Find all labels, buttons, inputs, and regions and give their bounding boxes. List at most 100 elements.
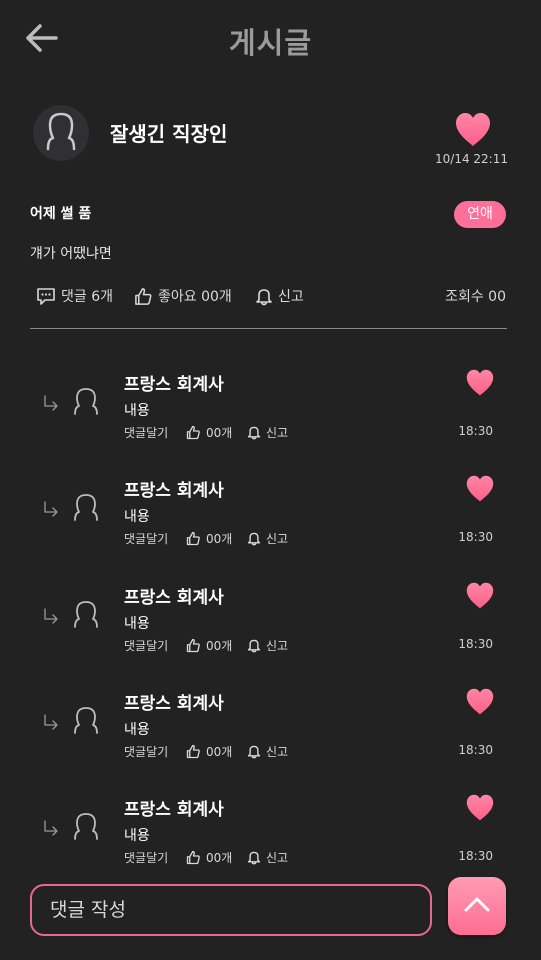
author-avatar[interactable] (33, 105, 89, 161)
comment-body: 내용 (124, 722, 150, 738)
user-icon (46, 112, 76, 151)
comment-report-button[interactable]: 신고 (247, 529, 288, 547)
thumbs-up-icon (186, 425, 200, 439)
user-icon (74, 494, 98, 521)
comment-icon (37, 288, 55, 305)
reply-label: 댓글달기 (124, 638, 169, 653)
reply-button[interactable]: 댓글달기 (124, 636, 168, 654)
comment-author[interactable]: 프랑스 회계사 (124, 370, 224, 395)
user-icon (74, 707, 98, 734)
comment-like-button[interactable]: 00개 (186, 423, 232, 441)
reply-button[interactable]: 댓글달기 (124, 529, 168, 547)
post-comments-button[interactable]: 댓글 6개 (36, 283, 113, 309)
reply-button[interactable]: 댓글달기 (124, 423, 168, 441)
comment-timestamp: 18:30 (458, 530, 493, 544)
reply-label: 댓글달기 (124, 850, 169, 865)
report-label: 신고 (278, 289, 304, 305)
comment-author[interactable]: 프랑스 회계사 (124, 583, 224, 608)
thumbs-up-icon (186, 531, 200, 545)
comment-item: 프랑스 회계사 내용 댓글달기 00개 신고 18:30 (0, 785, 541, 885)
comment-item: 프랑스 회계사 내용 댓글달기 00개 신고 18:30 (0, 573, 541, 673)
reply-arrow-icon (44, 714, 58, 730)
post-actions-bar: 댓글 6개 좋아요 00개 신고 조회수 00 (36, 283, 506, 309)
comment-item: 프랑스 회계사 내용 댓글달기 00개 신고 18:30 (0, 466, 541, 566)
reply-button[interactable]: 댓글달기 (124, 742, 168, 760)
comments-count-label: 댓글 6개 (61, 289, 113, 305)
comment-report-label: 신고 (266, 638, 289, 653)
submit-comment-button[interactable] (448, 877, 506, 935)
post-title: 어제 썰 품 (30, 206, 92, 222)
chevron-up-icon (464, 897, 490, 912)
comment-report-label: 신고 (266, 531, 289, 546)
likes-count-label: 좋아요 00개 (158, 289, 232, 305)
reply-label: 댓글달기 (124, 531, 169, 546)
heart-icon[interactable] (465, 582, 495, 610)
comment-author[interactable]: 프랑스 회계사 (124, 795, 224, 820)
header: 게시글 (0, 0, 541, 78)
comment-body: 내용 (124, 403, 150, 419)
bell-icon (247, 851, 261, 864)
comment-item: 프랑스 회계사 내용 댓글달기 00개 신고 18:30 (0, 679, 541, 779)
comment-likes-count: 00개 (206, 744, 233, 759)
comment-like-button[interactable]: 00개 (186, 529, 232, 547)
reply-label: 댓글달기 (124, 425, 169, 440)
comment-body: 내용 (124, 828, 150, 844)
bell-icon (247, 745, 261, 758)
post-body: 걔가 어땠냐면 (30, 246, 112, 262)
post-detail-screen: 게시글 잘생긴 직장인 10/14 22:11 어제 썰 품 연애 걔가 어땠냐… (0, 0, 541, 960)
author-name[interactable]: 잘생긴 직장인 (110, 118, 227, 147)
comment-report-label: 신고 (266, 744, 289, 759)
reply-arrow-icon (44, 395, 58, 411)
bell-icon (256, 288, 272, 305)
comment-likes-count: 00개 (206, 425, 233, 440)
comment-report-label: 신고 (266, 850, 289, 865)
reply-arrow-icon (44, 501, 58, 517)
heart-icon[interactable] (465, 369, 495, 397)
heart-icon[interactable] (465, 794, 495, 822)
page-title: 게시글 (228, 26, 313, 60)
comment-author[interactable]: 프랑스 회계사 (124, 476, 224, 501)
reply-button[interactable]: 댓글달기 (124, 848, 168, 866)
thumbs-up-icon (186, 638, 200, 652)
heart-icon[interactable] (465, 688, 495, 716)
post-like-button[interactable]: 좋아요 00개 (134, 283, 232, 309)
user-icon (74, 388, 98, 415)
comment-input[interactable] (32, 886, 430, 934)
comment-like-button[interactable]: 00개 (186, 848, 232, 866)
post-report-button[interactable]: 신고 (255, 283, 304, 309)
post-timestamp: 10/14 22:11 (435, 152, 508, 166)
user-icon (74, 601, 98, 628)
comment-body: 내용 (124, 509, 150, 525)
comment-item: 프랑스 회계사 내용 댓글달기 00개 신고 18:30 (0, 360, 541, 460)
post-author-row: 잘생긴 직장인 10/14 22:11 (30, 104, 508, 174)
divider (30, 328, 507, 329)
post-like-heart-button[interactable] (454, 112, 492, 148)
comment-author[interactable]: 프랑스 회계사 (124, 689, 224, 714)
comment-report-button[interactable]: 신고 (247, 423, 288, 441)
comment-composer (30, 884, 432, 936)
reply-label: 댓글달기 (124, 744, 169, 759)
heart-icon[interactable] (465, 475, 495, 503)
comment-report-button[interactable]: 신고 (247, 742, 288, 760)
heart-icon (456, 113, 490, 146)
comment-body: 내용 (124, 616, 150, 632)
bell-icon (247, 639, 261, 652)
reply-arrow-icon (44, 608, 58, 624)
thumbs-up-icon (186, 744, 200, 758)
comment-like-button[interactable]: 00개 (186, 636, 232, 654)
user-icon (74, 813, 98, 840)
comment-timestamp: 18:30 (458, 424, 493, 438)
comment-report-button[interactable]: 신고 (247, 848, 288, 866)
comment-report-label: 신고 (266, 425, 289, 440)
category-badge[interactable]: 연애 (454, 201, 506, 228)
comment-like-button[interactable]: 00개 (186, 742, 232, 760)
bell-icon (247, 532, 261, 545)
comment-likes-count: 00개 (206, 850, 233, 865)
thumbs-up-icon (135, 287, 152, 305)
comment-timestamp: 18:30 (458, 637, 493, 651)
comment-report-button[interactable]: 신고 (247, 636, 288, 654)
bell-icon (247, 426, 261, 439)
comment-timestamp: 18:30 (458, 849, 493, 863)
comment-timestamp: 18:30 (458, 743, 493, 757)
views-count: 조회수 00 (445, 289, 506, 305)
